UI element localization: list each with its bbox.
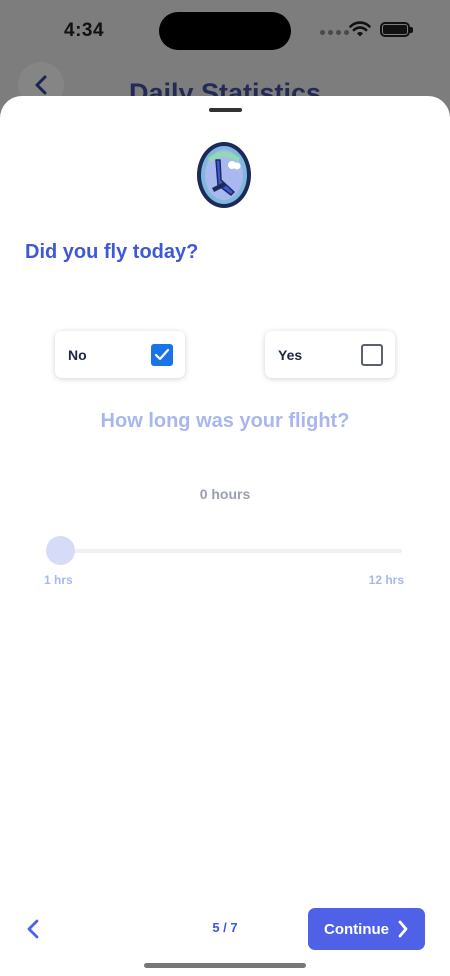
flight-duration-value: 0 hours [199,486,251,502]
slider-max-label: 12 hrs [368,573,404,587]
bottom-sheet: Did you fly today? No Yes How long was y… [0,96,450,976]
dynamic-island [159,12,291,50]
continue-button-label: Continue [324,920,389,938]
checkmark-icon [154,348,170,360]
chevron-right-icon [398,920,408,938]
option-no[interactable]: No [55,331,185,378]
option-no-checkbox[interactable] [151,343,173,366]
option-yes-label: Yes [278,346,303,363]
status-time: 4:34 [64,20,105,41]
airplane-window-icon [197,142,251,208]
home-indicator [144,963,306,968]
flight-duration-slider-track[interactable] [60,549,402,553]
sheet-grabber[interactable] [209,108,242,112]
option-yes-checkbox[interactable] [361,343,383,366]
battery-icon [380,22,413,37]
status-bar: 4:34 [0,0,450,60]
flight-duration-question: How long was your flight? [100,410,350,432]
wifi-icon [349,21,371,37]
option-no-label: No [68,346,87,363]
question-title: Did you fly today? [25,241,199,263]
continue-button[interactable]: Continue [308,908,425,950]
flight-duration-slider-thumb[interactable] [46,536,75,565]
slider-min-label: 1 hrs [44,573,73,587]
option-yes[interactable]: Yes [265,331,395,378]
cellular-signal-icon [320,30,349,35]
